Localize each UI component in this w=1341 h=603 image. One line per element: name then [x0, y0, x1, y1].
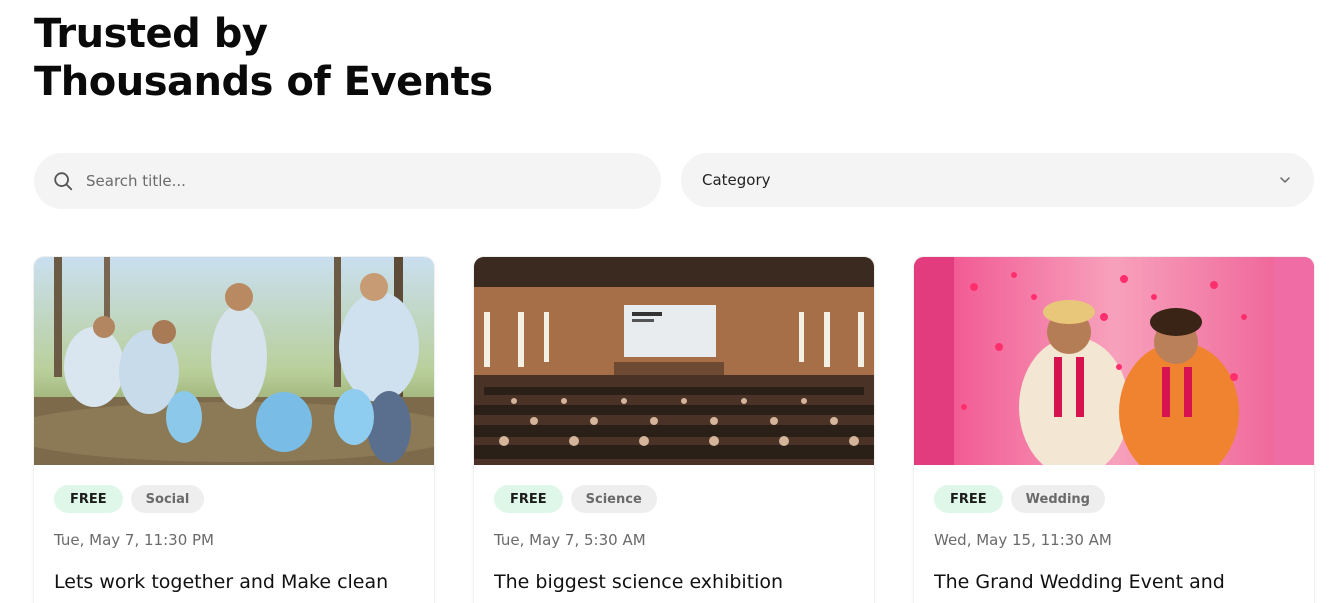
search-input[interactable] [86, 166, 606, 196]
event-tags: FREE Wedding [934, 485, 1105, 513]
category-select-label: Category [702, 171, 771, 189]
event-image[interactable] [474, 257, 874, 465]
event-image-wedding [914, 257, 1314, 465]
event-card[interactable]: FREE Social Tue, May 7, 11:30 PM Lets wo… [34, 257, 434, 603]
price-badge: FREE [54, 485, 123, 513]
category-badge[interactable]: Social [130, 485, 205, 513]
category-badge[interactable]: Science [570, 485, 657, 513]
event-card[interactable]: FREE Wedding Wed, May 15, 11:30 AM The G… [914, 257, 1314, 603]
event-tags: FREE Social [54, 485, 205, 513]
event-date: Wed, May 15, 11:30 AM [934, 531, 1112, 549]
category-badge[interactable]: Wedding [1010, 485, 1105, 513]
event-date: Tue, May 7, 5:30 AM [494, 531, 646, 549]
event-image-volunteers [34, 257, 434, 465]
page-title-line1: Trusted by [34, 11, 268, 57]
event-title[interactable]: The biggest science exhibition [494, 571, 864, 593]
event-title[interactable]: Lets work together and Make clean [54, 571, 424, 593]
event-tags: FREE Science [494, 485, 657, 513]
page: Trusted by Thousands of Events Category [0, 0, 1341, 603]
price-badge: FREE [934, 485, 1003, 513]
event-date: Tue, May 7, 11:30 PM [54, 531, 214, 549]
search-icon [54, 172, 73, 191]
event-title[interactable]: The Grand Wedding Event and [934, 571, 1304, 593]
event-image-auditorium [474, 257, 874, 465]
event-image[interactable] [34, 257, 434, 465]
page-title: Trusted by Thousands of Events [34, 10, 493, 106]
category-select[interactable]: Category [681, 153, 1314, 207]
price-badge: FREE [494, 485, 563, 513]
event-card[interactable]: FREE Science Tue, May 7, 5:30 AM The big… [474, 257, 874, 603]
chevron-down-icon [1280, 177, 1290, 183]
search-bar[interactable] [34, 153, 661, 209]
event-image[interactable] [914, 257, 1314, 465]
page-title-line2: Thousands of Events [34, 59, 493, 105]
